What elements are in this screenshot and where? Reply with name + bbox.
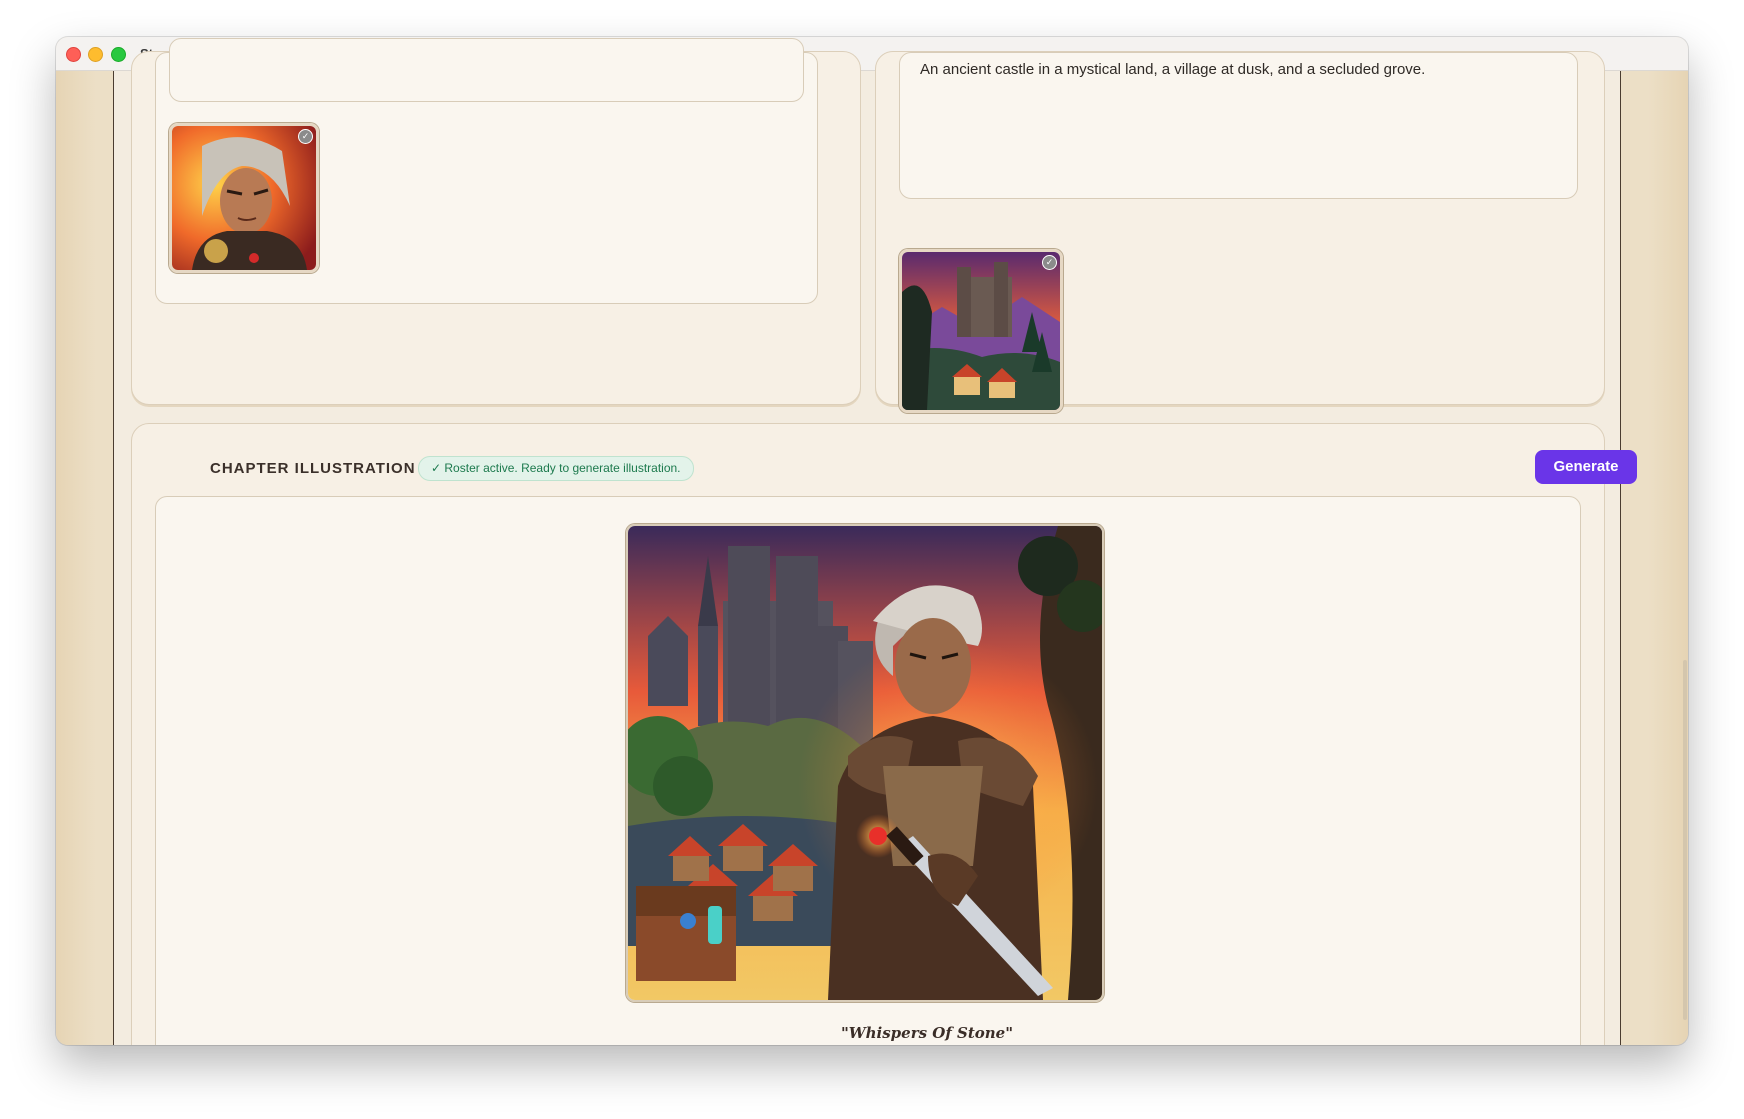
story-paper: ✓ An ancient castle in a mystical land, …	[113, 38, 1637, 1045]
window-scrollbar[interactable]	[1683, 660, 1687, 1020]
content-area: ✓ An ancient castle in a mystical land, …	[56, 38, 1688, 1045]
roster-status-badge: ✓ Roster active. Ready to generate illus…	[418, 456, 694, 481]
castle-scene-image	[902, 252, 1060, 410]
character-description-field[interactable]	[169, 38, 804, 102]
app-window: StoryMaker AI	[56, 37, 1688, 1045]
characters-card: ✓	[131, 38, 861, 405]
knight-castle-illustration	[628, 526, 1102, 1000]
selected-check-icon: ✓	[1042, 255, 1057, 270]
close-window-button[interactable]	[66, 47, 81, 62]
chapter-illustration-image[interactable]	[626, 524, 1104, 1002]
zoom-window-button[interactable]	[111, 47, 126, 62]
setting-description-field[interactable]: An ancient castle in a mystical land, a …	[899, 52, 1578, 199]
characters-panel: ✓	[155, 38, 818, 304]
chapter-illustration-title: CHAPTER ILLUSTRATION	[210, 460, 416, 477]
illustration-caption: "Whispers Of Stone"	[840, 1024, 1014, 1042]
character-thumbnail[interactable]: ✓	[169, 123, 319, 273]
settings-card: An ancient castle in a mystical land, a …	[875, 51, 1605, 413]
setting-description-text: An ancient castle in a mystical land, a …	[920, 61, 1426, 78]
minimize-window-button[interactable]	[88, 47, 103, 62]
chapter-illustration-card	[131, 423, 1605, 1045]
selected-check-icon: ✓	[298, 129, 313, 144]
hero-portrait-image	[172, 126, 316, 270]
setting-thumbnail[interactable]: ✓	[899, 249, 1063, 413]
generate-button[interactable]: Generate	[1535, 450, 1637, 484]
illustration-panel	[155, 496, 1581, 1045]
